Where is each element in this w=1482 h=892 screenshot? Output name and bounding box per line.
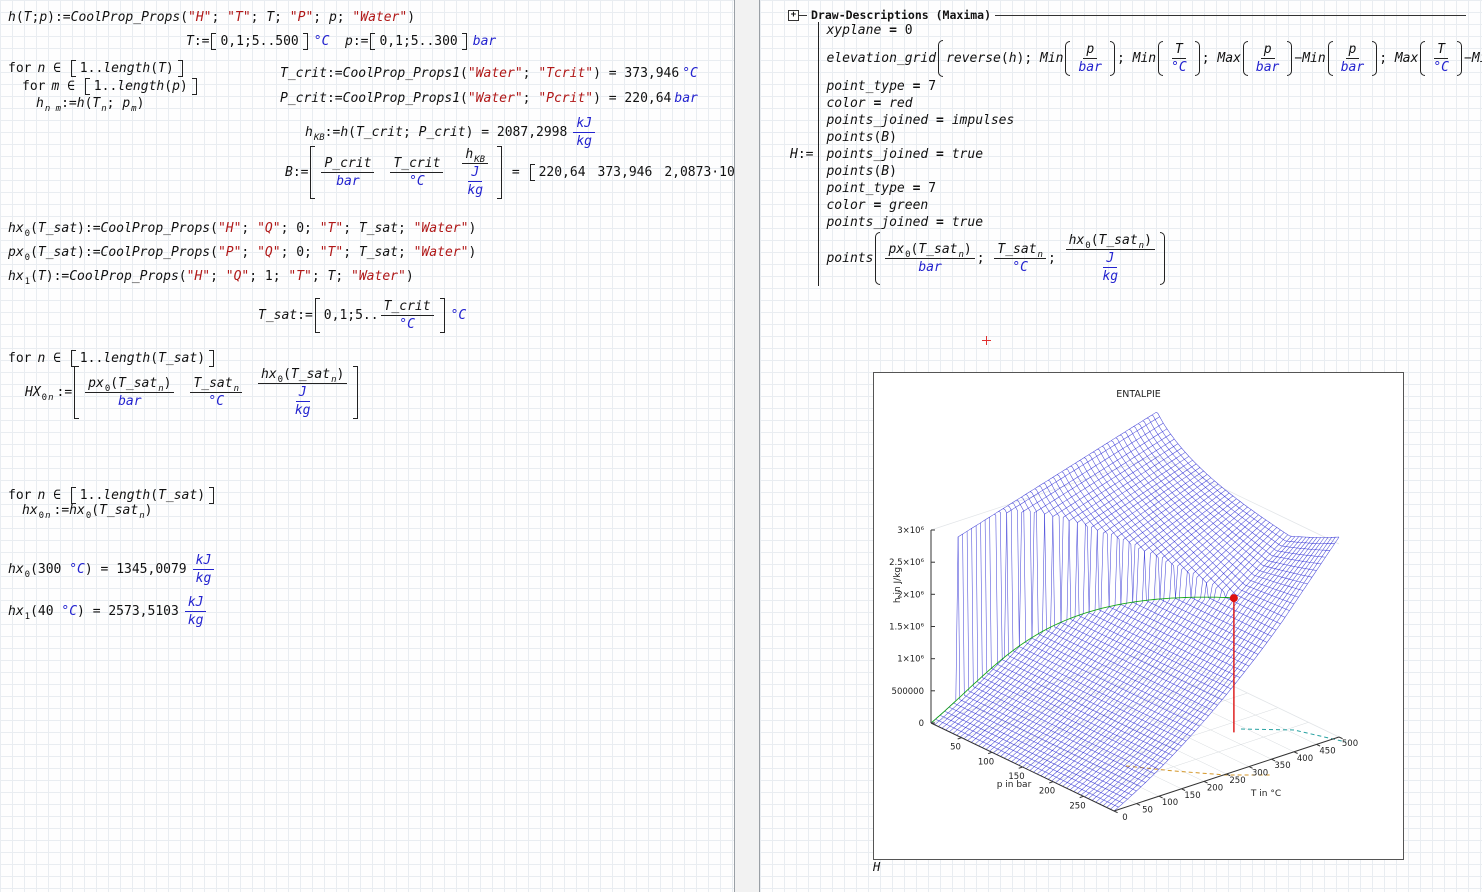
- svg-text:100: 100: [1162, 798, 1178, 808]
- svg-text:1×10⁶: 1×10⁶: [897, 655, 924, 665]
- svg-text:3×10⁶: 3×10⁶: [897, 526, 924, 536]
- svg-text:50: 50: [1142, 806, 1153, 816]
- formula-p-def[interactable]: p:=0,1;5..300bar: [345, 33, 496, 50]
- formula-hx0n[interactable]: hx0n:=hx0(T_satn): [22, 503, 152, 518]
- header-rule-right: [995, 15, 1466, 16]
- svg-text:p in bar: p in bar: [997, 780, 1032, 790]
- svg-text:500000: 500000: [892, 687, 924, 697]
- critical-point-marker: [1230, 594, 1238, 602]
- formula-hx0-300[interactable]: hx0(300 °C) = 1345,0079kJkg: [8, 553, 216, 586]
- insert-cursor-cross: [982, 336, 991, 345]
- svg-text:0: 0: [919, 719, 924, 729]
- svg-text:350: 350: [1274, 761, 1290, 771]
- formula-for-m[interactable]: form ∈ 1..length(p): [22, 78, 199, 95]
- formula-px0-def[interactable]: px0(T_sat):=CoolProp_Props("P"; "Q"; 0; …: [8, 245, 476, 260]
- formula-Pcrit[interactable]: P_crit:=CoolProp_Props1("Water"; "Pcrit"…: [280, 91, 698, 106]
- svg-text:400: 400: [1297, 754, 1313, 764]
- svg-text:0: 0: [1122, 813, 1127, 823]
- svg-text:500: 500: [1342, 739, 1358, 749]
- formula-for-n[interactable]: forn ∈ 1..length(T): [8, 60, 185, 77]
- formula-h-def[interactable]: h(T;p):=CoolProp_Props("H"; "T"; T; "P";…: [8, 10, 415, 25]
- svg-text:200: 200: [1039, 787, 1055, 797]
- enthalpy-surface-plot: 5010015020025005010015020025030035040045…: [874, 373, 1403, 859]
- surface-mesh: [931, 412, 1339, 811]
- worksheet-right[interactable]: + Draw-Descriptions (Maxima) 50 100 150 200…: [760, 0, 1482, 892]
- svg-text:50: 50: [950, 743, 961, 753]
- maxima-plot-region[interactable]: 5010015020025005010015020025030035040045…: [873, 372, 1404, 860]
- area-header-draw-descriptions[interactable]: + Draw-Descriptions (Maxima): [788, 8, 1466, 22]
- pane-splitter[interactable]: [734, 0, 760, 892]
- formula-h-nm[interactable]: hn m:=h(Tn; pm): [36, 96, 144, 111]
- plot-title: ENTALPIE: [1116, 389, 1161, 400]
- formula-hx0-def[interactable]: hx0(T_sat):=CoolProp_Props("H"; "Q"; 0; …: [8, 221, 476, 236]
- svg-text:2.5×10⁶: 2.5×10⁶: [889, 558, 924, 568]
- worksheet-left[interactable]: h(T;p):=CoolProp_Props("H"; "T"; T; "P";…: [0, 0, 734, 892]
- svg-text:250: 250: [1069, 801, 1085, 811]
- formula-Tcrit[interactable]: T_crit:=CoolProp_Props1("Water"; "Tcrit"…: [280, 66, 698, 81]
- svg-text:150: 150: [1184, 791, 1200, 801]
- formula-B-def[interactable]: B:=P_critbarT_crit°ChKBJkg = 220,64373,9…: [285, 146, 752, 199]
- collapse-icon[interactable]: +: [788, 10, 799, 21]
- svg-text:1.5×10⁶: 1.5×10⁶: [889, 623, 924, 633]
- formula-Tsat-def[interactable]: T_sat:=0,1;5..T_crit°C°C: [258, 298, 466, 333]
- svg-text:300: 300: [1252, 769, 1268, 779]
- svg-text:ENTALPIE: ENTALPIE: [1116, 389, 1161, 400]
- svg-text:100: 100: [978, 757, 994, 767]
- formula-hKB[interactable]: hKB:=h(T_crit; P_crit) = 2087,2998kJkg: [305, 116, 597, 149]
- svg-text:250: 250: [1229, 776, 1245, 786]
- header-rule-left: [799, 15, 807, 16]
- svg-text:T in °C: T in °C: [1250, 789, 1281, 799]
- formula-maxima-draw-block[interactable]: H:=xyplane = 0elevation_gridreverse(h); …: [790, 22, 1482, 286]
- formula-hx1-def[interactable]: hx1(T):=CoolProp_Props("H"; "Q"; 1; "T";…: [8, 269, 414, 284]
- formula-T-def[interactable]: T:=0,1;5..500°C: [186, 33, 329, 50]
- svg-text:200: 200: [1207, 783, 1223, 793]
- formula-for-n2[interactable]: forn ∈ 1..length(T_sat): [8, 350, 216, 367]
- svg-text:h in J/kg: h in J/kg: [893, 567, 903, 603]
- area-header-label: Draw-Descriptions (Maxima): [807, 8, 995, 22]
- svg-text:450: 450: [1319, 746, 1335, 756]
- formula-hx1-40[interactable]: hx1(40 °C) = 2573,5103kJkg: [8, 595, 208, 628]
- formula-HX0[interactable]: HX0n:=px0(T_satn)barT_satn°Chx0(T_satn)J…: [25, 366, 360, 419]
- plot-region-variable-tag: H: [873, 860, 880, 874]
- formula-for-n3[interactable]: forn ∈ 1..length(T_sat): [8, 487, 216, 504]
